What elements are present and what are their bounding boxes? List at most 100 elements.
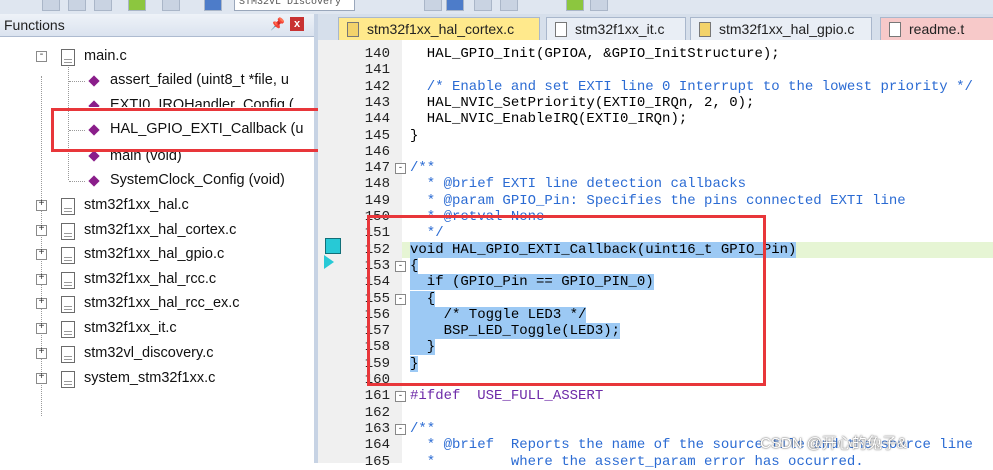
functions-panel: Functions 📌 x - main.c assert_failed (ui… bbox=[0, 14, 318, 463]
line-number: 149 bbox=[364, 192, 390, 209]
toolbar-button[interactable] bbox=[566, 0, 584, 11]
tree-item-label: EXTI0_IRQHandler_Config ( bbox=[110, 97, 294, 107]
expand-icon[interactable]: + bbox=[36, 348, 47, 359]
toolbar-button[interactable] bbox=[500, 0, 518, 11]
fold-icon[interactable]: - bbox=[395, 163, 406, 175]
fold-icon[interactable]: - bbox=[395, 391, 406, 403]
code-line[interactable]: 144 HAL_NVIC_EnableIRQ(EXTI0_IRQn); bbox=[318, 111, 993, 127]
tab-label: readme.t bbox=[909, 21, 965, 37]
code-line[interactable]: 149 * @param GPIO_Pin: Specifies the pin… bbox=[318, 193, 993, 209]
tree-item-function[interactable]: assert_failed (uint8_t *file, u bbox=[0, 70, 314, 92]
tree-item-file[interactable]: + stm32f1xx_hal.c bbox=[0, 195, 314, 217]
pin-icon[interactable]: 📌 bbox=[270, 17, 285, 31]
tree-item-label: stm32f1xx_hal.c bbox=[84, 197, 189, 213]
key-file-icon bbox=[347, 22, 359, 37]
toolbar-button[interactable] bbox=[474, 0, 492, 11]
fold-icon[interactable]: - bbox=[395, 423, 406, 435]
target-select[interactable]: STM32VL Discovery bbox=[234, 0, 355, 11]
toolbar-button[interactable] bbox=[68, 0, 86, 11]
highlight-box bbox=[367, 215, 766, 386]
tab-stm32f1xx-hal-gpio-c[interactable]: stm32f1xx_hal_gpio.c bbox=[690, 17, 872, 41]
expand-icon[interactable]: + bbox=[36, 200, 47, 211]
line-number: 144 bbox=[364, 111, 390, 128]
file-icon bbox=[61, 272, 75, 289]
highlight-box bbox=[51, 108, 344, 152]
tab-stm32f1xx-hal-cortex-c[interactable]: stm32f1xx_hal_cortex.c bbox=[338, 17, 540, 41]
tree-item-main-c[interactable]: - main.c bbox=[0, 46, 314, 68]
code-line[interactable]: 147-/** bbox=[318, 160, 993, 176]
line-number: 143 bbox=[364, 94, 390, 111]
code-line[interactable]: 165 * where the assert_param error has o… bbox=[318, 454, 993, 470]
file-icon bbox=[61, 371, 75, 388]
line-number: 162 bbox=[364, 404, 390, 421]
expand-icon[interactable]: + bbox=[36, 274, 47, 285]
file-icon bbox=[61, 49, 75, 66]
line-number: 140 bbox=[364, 46, 390, 62]
toolbar-button[interactable] bbox=[42, 0, 60, 11]
code-text: HAL_NVIC_EnableIRQ(EXTI0_IRQn); bbox=[410, 111, 688, 128]
toolbar-button[interactable] bbox=[590, 0, 608, 11]
code-line[interactable]: 141 bbox=[318, 62, 993, 78]
code-text: } bbox=[410, 127, 419, 144]
code-line[interactable]: 140 HAL_GPIO_Init(GPIOA, &GPIO_InitStruc… bbox=[318, 46, 993, 62]
tree-guide bbox=[69, 181, 85, 182]
code-text: * @brief EXTI line detection callbacks bbox=[410, 176, 747, 193]
tree-item-label: main.c bbox=[84, 48, 127, 64]
expand-icon[interactable]: + bbox=[36, 225, 47, 236]
tree-item-file[interactable]: + stm32f1xx_hal_gpio.c bbox=[0, 244, 314, 266]
code-line[interactable]: 145} bbox=[318, 128, 993, 144]
file-icon bbox=[61, 223, 75, 240]
tree-item-function[interactable]: EXTI0_IRQHandler_Config ( bbox=[0, 95, 314, 107]
line-number: 164 bbox=[364, 437, 390, 454]
build-icon[interactable] bbox=[128, 0, 146, 11]
file-icon bbox=[61, 321, 75, 338]
code-line[interactable]: 143 HAL_NVIC_SetPriority(EXTI0_IRQn, 2, … bbox=[318, 95, 993, 111]
tab-stm32f1xx-it-c[interactable]: stm32f1xx_it.c bbox=[546, 17, 686, 41]
tab-readme[interactable]: readme.t bbox=[880, 17, 993, 41]
tree-item-label: stm32vl_discovery.c bbox=[84, 345, 214, 361]
expand-icon[interactable]: + bbox=[36, 249, 47, 260]
bookmark-icon[interactable] bbox=[325, 238, 341, 254]
toolbar-button[interactable] bbox=[94, 0, 112, 11]
panel-title: Functions bbox=[4, 17, 65, 33]
close-icon[interactable]: x bbox=[290, 17, 304, 31]
expand-icon[interactable]: + bbox=[36, 373, 47, 384]
tree-item-file[interactable]: + stm32f1xx_it.c bbox=[0, 318, 314, 340]
tree-item-label: stm32f1xx_hal_rcc.c bbox=[84, 271, 217, 287]
tree-item-file[interactable]: + stm32f1xx_hal_rcc.c bbox=[0, 269, 314, 291]
function-icon bbox=[88, 75, 100, 87]
tree-item-file[interactable]: + stm32vl_discovery.c bbox=[0, 343, 314, 365]
code-line[interactable]: 161- #ifdef USE_FULL_ASSERT bbox=[318, 388, 993, 404]
code-text: HAL_NVIC_SetPriority(EXTI0_IRQn, 2, 0); bbox=[410, 94, 755, 111]
collapse-icon[interactable]: - bbox=[36, 51, 47, 62]
tree-item-function[interactable]: SystemClock_Config (void) bbox=[0, 170, 314, 192]
panel-header: Functions 📌 x bbox=[0, 14, 314, 37]
download-icon[interactable] bbox=[204, 0, 222, 11]
code-line[interactable]: 162 bbox=[318, 405, 993, 421]
expand-icon[interactable]: + bbox=[36, 298, 47, 309]
tab-label: stm32f1xx_hal_cortex.c bbox=[367, 21, 515, 37]
toolbar-button[interactable] bbox=[446, 0, 464, 11]
code-line[interactable]: 148 * @brief EXTI line detection callbac… bbox=[318, 176, 993, 192]
line-number: 146 bbox=[364, 143, 390, 160]
tree-item-label: stm32f1xx_hal_gpio.c bbox=[84, 246, 225, 262]
file-icon bbox=[61, 198, 75, 215]
tree-item-file[interactable]: + stm32f1xx_hal_rcc_ex.c bbox=[0, 293, 314, 315]
tab-label: stm32f1xx_it.c bbox=[575, 21, 665, 37]
function-tree: - main.c assert_failed (uint8_t *file, u… bbox=[0, 36, 314, 463]
expand-icon[interactable]: + bbox=[36, 323, 47, 334]
code-text: /** bbox=[410, 160, 436, 177]
code-text: /** bbox=[410, 420, 436, 437]
code-line[interactable]: 146 bbox=[318, 144, 993, 160]
tree-item-file[interactable]: + system_stm32f1xx.c bbox=[0, 368, 314, 390]
code-line[interactable]: 142 /* Enable and set EXTI line 0 Interr… bbox=[318, 79, 993, 95]
toolbar-button[interactable] bbox=[424, 0, 442, 11]
tree-item-label: stm32f1xx_it.c bbox=[84, 320, 177, 336]
line-number: 148 bbox=[364, 176, 390, 193]
file-icon bbox=[889, 22, 901, 37]
file-icon bbox=[555, 22, 567, 37]
tree-item-file[interactable]: + stm32f1xx_hal_cortex.c bbox=[0, 220, 314, 242]
toolbar-button[interactable] bbox=[162, 0, 180, 11]
tree-item-label: stm32f1xx_hal_rcc_ex.c bbox=[84, 295, 240, 311]
line-number: 165 bbox=[364, 453, 390, 470]
